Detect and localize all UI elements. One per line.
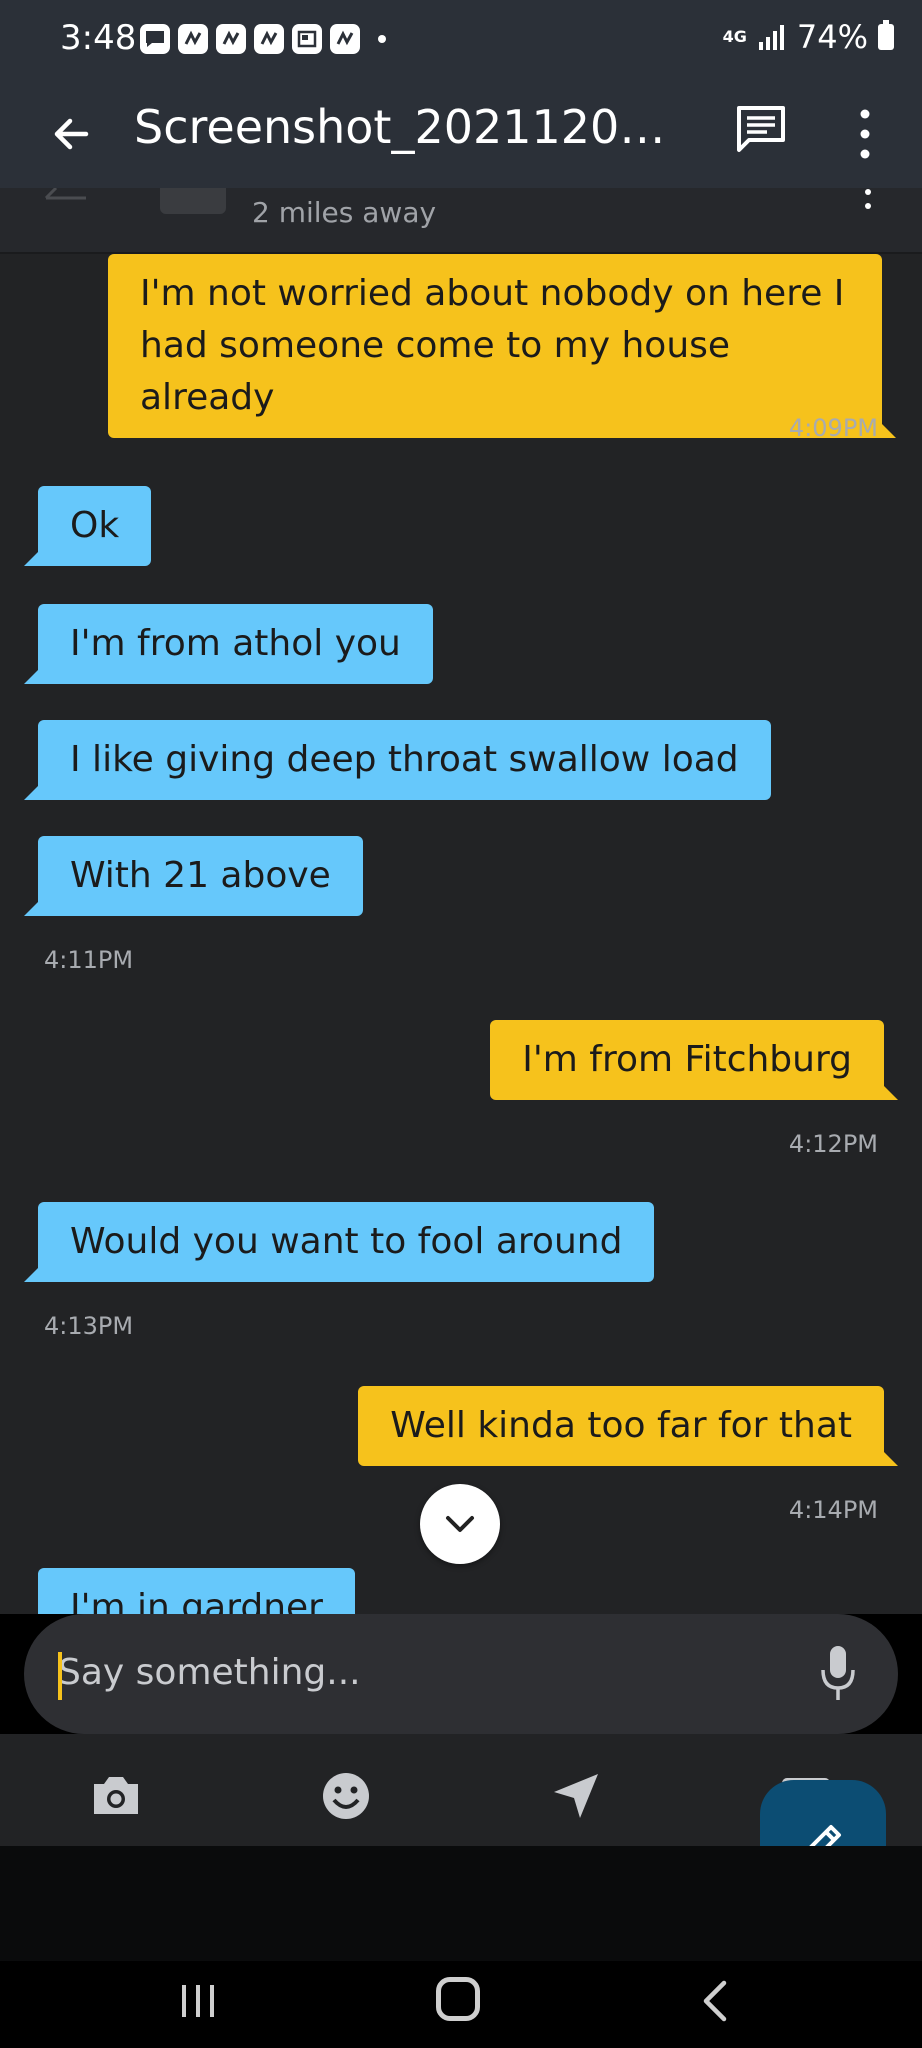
ghost-more-icon: [865, 189, 871, 209]
microphone-icon[interactable]: [818, 1644, 858, 1704]
status-bar: 3:48 4G 74%: [0, 0, 922, 80]
message-text: I'm in gardner: [70, 1587, 323, 1614]
message-bubble-incoming[interactable]: I like giving deep throat swallow load: [24, 720, 771, 800]
network-type: 4G: [722, 27, 747, 46]
message-timestamp: 4:13PM: [44, 1312, 134, 1340]
message-bubble-incoming[interactable]: I'm from athol you: [24, 604, 433, 684]
back-arrow-icon[interactable]: [42, 104, 102, 164]
message-text: I like giving deep throat swallow load: [70, 739, 739, 780]
text-cursor: [58, 1652, 62, 1700]
more-options-icon[interactable]: [850, 106, 880, 162]
message-bubble-outgoing[interactable]: I'm not worried about nobody on here I h…: [108, 254, 896, 438]
chat-thread[interactable]: I'm not worried about nobody on here I h…: [0, 254, 922, 1614]
message-text: I'm from athol you: [70, 623, 401, 664]
distance-label: 2 miles away: [252, 196, 437, 229]
nav-back-icon[interactable]: [700, 1979, 730, 2023]
message-bubble-outgoing[interactable]: I'm from Fitchburg: [490, 1020, 898, 1100]
message-icon[interactable]: [735, 104, 787, 156]
message-text: With 21 above: [70, 855, 331, 896]
recent-apps-icon[interactable]: [178, 1981, 218, 2021]
message-bubble-outgoing[interactable]: Well kinda too far for that: [358, 1386, 898, 1466]
camera-icon[interactable]: [88, 1768, 144, 1824]
notification-icons: [140, 24, 386, 54]
battery-icon: [878, 20, 894, 50]
message-timestamp: 4:12PM: [788, 1130, 878, 1158]
app-notification-icon: [254, 24, 284, 54]
message-bubble-incoming[interactable]: Ok: [23, 486, 152, 566]
chevron-down-icon: [446, 1516, 474, 1532]
system-nav-bar: [0, 1961, 922, 2048]
chat-notification-icon: [140, 24, 170, 54]
message-timestamp: 4:14PM: [788, 1496, 878, 1524]
avatar: [160, 188, 226, 214]
message-bubble-incoming[interactable]: Would you want to fool around: [23, 1202, 655, 1282]
more-notifications-dot: [378, 35, 386, 43]
message-text: I'm from Fitchburg: [522, 1039, 852, 1080]
message-bubble-incoming[interactable]: I'm in gardner: [38, 1568, 355, 1614]
message-input[interactable]: Say something...: [24, 1614, 898, 1734]
status-right: 4G 74%: [723, 18, 894, 56]
input-placeholder: Say something...: [58, 1652, 361, 1693]
status-time: 3:48: [60, 18, 137, 58]
message-text: Ok: [70, 505, 120, 546]
ghost-back-arrow-icon: [44, 188, 86, 200]
profile-header: 2 miles away: [0, 188, 922, 254]
signal-icon: [758, 25, 784, 50]
home-button[interactable]: [436, 1977, 480, 2021]
app-notification-icon: [330, 24, 360, 54]
bottom-panel: [0, 1846, 922, 1961]
message-text: Well kinda too far for that: [390, 1405, 852, 1446]
message-timestamp: 4:11PM: [44, 946, 134, 974]
app-notification-icon: [178, 24, 208, 54]
battery-percent: 74%: [796, 18, 868, 56]
location-icon[interactable]: [548, 1768, 604, 1824]
message-text: Would you want to fool around: [70, 1221, 623, 1262]
app-bar: Screenshot_20211208-...: [0, 80, 922, 188]
message-bubble-incoming[interactable]: With 21 above: [24, 836, 363, 916]
scroll-to-bottom-button[interactable]: [420, 1484, 500, 1564]
message-text: I'm not worried about nobody on here I h…: [140, 273, 845, 418]
news-notification-icon: [292, 24, 322, 54]
file-title: Screenshot_20211208-...: [134, 100, 684, 154]
app-notification-icon: [216, 24, 246, 54]
message-timestamp: 4:09PM: [788, 414, 878, 442]
emoji-icon[interactable]: [318, 1768, 374, 1824]
